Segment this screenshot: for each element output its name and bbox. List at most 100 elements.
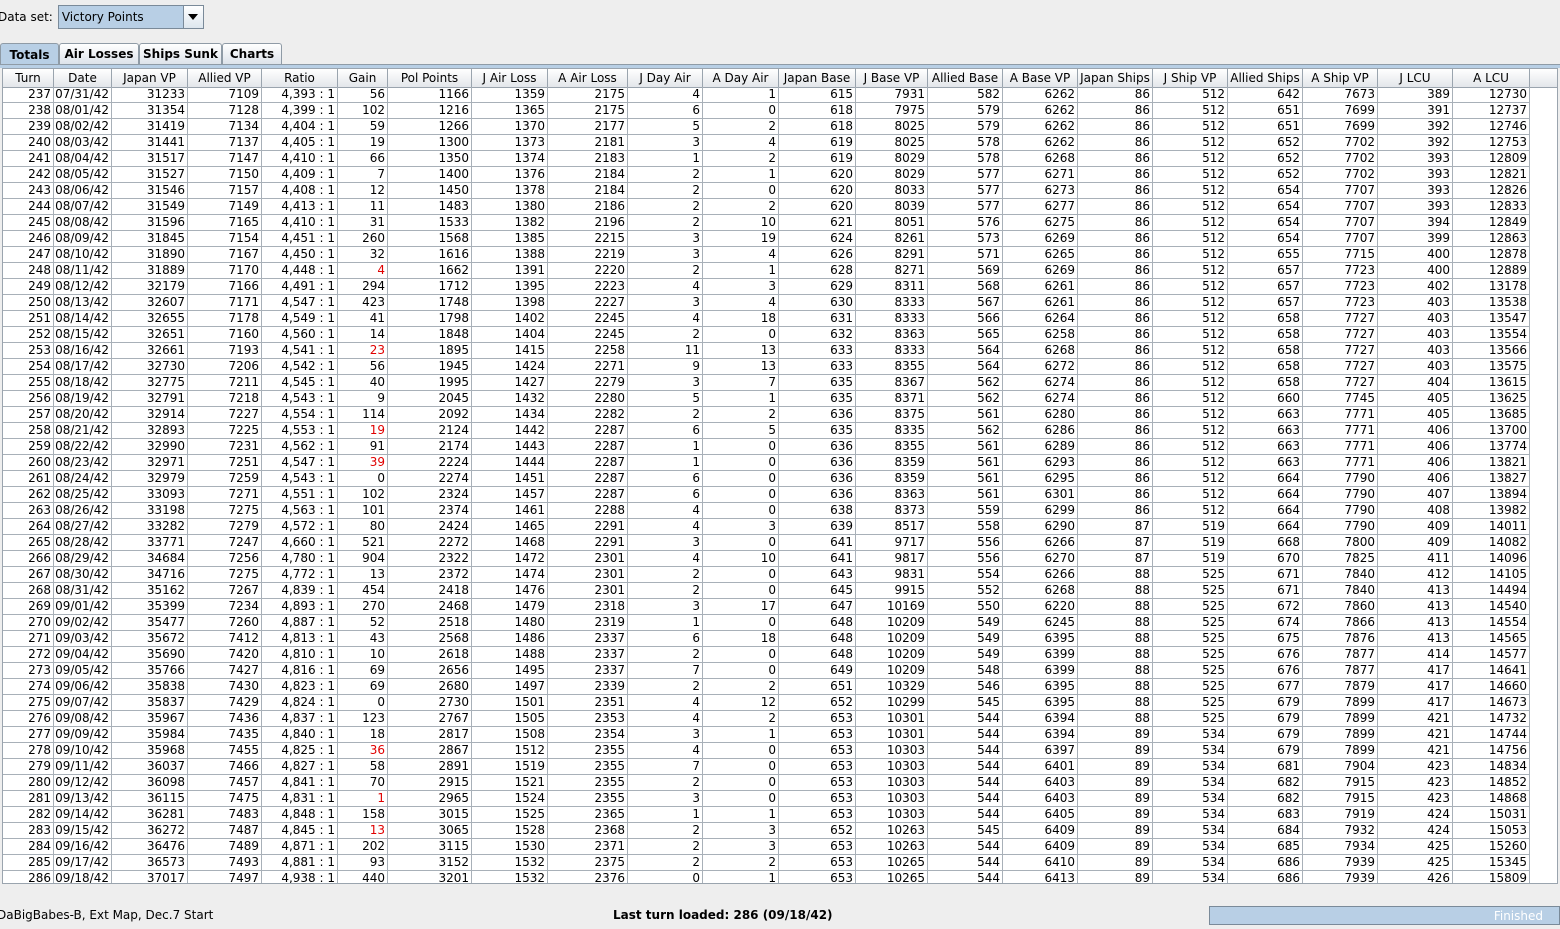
column-header-a-day-air[interactable]: A Day Air	[703, 69, 779, 87]
table-row[interactable]: 260 08/23/42 32971 7251 4,547 : 1 39 2224 1444 2…	[3, 455, 1533, 471]
column-header-j-lcu[interactable]: J LCU	[1378, 69, 1453, 87]
table-cell: 561	[928, 407, 1003, 423]
tab-ships-sunk[interactable]: Ships Sunk	[139, 43, 222, 64]
column-header-japan-vp[interactable]: Japan VP	[112, 69, 188, 87]
table-row[interactable]: 251 08/14/42 32655 7178 4,549 : 1 41 1798 1402 2…	[3, 311, 1533, 327]
column-header-japan-ships[interactable]: Japan Ships	[1078, 69, 1153, 87]
table-row[interactable]: 275 09/07/42 35837 7429 4,824 : 1 0 2730 1501 23…	[3, 695, 1533, 711]
table-cell: 4,547 : 1	[262, 455, 338, 471]
column-header-japan-base[interactable]: Japan Base	[779, 69, 856, 87]
table-cell: 2355	[548, 743, 628, 759]
table-cell: 558	[928, 519, 1003, 535]
table-row[interactable]: 281 09/13/42 36115 7475 4,831 : 1 1 2965 1524 23…	[3, 791, 1533, 807]
table-row[interactable]: 268 08/31/42 35162 7267 4,839 : 1 454 2418 1476…	[3, 583, 1533, 599]
column-header-turn[interactable]: Turn	[3, 69, 54, 87]
chevron-down-icon[interactable]	[182, 6, 203, 28]
table-row[interactable]: 252 08/15/42 32651 7160 4,560 : 1 14 1848 1404 2…	[3, 327, 1533, 343]
table-row[interactable]: 259 08/22/42 32990 7231 4,562 : 1 91 2174 1443 2…	[3, 439, 1533, 455]
table-cell: 8029	[856, 151, 928, 167]
table-row[interactable]: 261 08/24/42 32979 7259 4,543 : 1 0 2274 1451 22…	[3, 471, 1533, 487]
column-header-gain[interactable]: Gain	[338, 69, 388, 87]
column-header-allied-base[interactable]: Allied Base	[928, 69, 1003, 87]
table-cell: 4	[628, 311, 703, 327]
column-header-j-base-vp[interactable]: J Base VP	[856, 69, 928, 87]
table-row[interactable]: 253 08/16/42 32661 7193 4,541 : 1 23 1895 1415 2…	[3, 343, 1533, 359]
column-header-a-base-vp[interactable]: A Base VP	[1003, 69, 1078, 87]
table-cell: 2817	[388, 727, 472, 743]
table-row[interactable]: 282 09/14/42 36281 7483 4,848 : 1 158 3015 1525…	[3, 807, 1533, 823]
table-row[interactable]: 249 08/12/42 32179 7166 4,491 : 1 294 1712 1395…	[3, 279, 1533, 295]
table-row[interactable]: 248 08/11/42 31889 7170 4,448 : 1 4 1662 1391 22…	[3, 263, 1533, 279]
table-row[interactable]: 274 09/06/42 35838 7430 4,823 : 1 69 2680 1497 2…	[3, 679, 1533, 695]
dataset-combobox[interactable]: Victory Points	[57, 5, 204, 29]
column-header-a-air-loss[interactable]: A Air Loss	[548, 69, 628, 87]
table-cell: 544	[928, 759, 1003, 775]
table-row[interactable]: 262 08/25/42 33093 7271 4,551 : 1 102 2324 1457…	[3, 487, 1533, 503]
table-row[interactable]: 254 08/17/42 32730 7206 4,542 : 1 56 1945 1424 2…	[3, 359, 1533, 375]
column-header-a-lcu[interactable]: A LCU	[1453, 69, 1530, 87]
table-cell: 33093	[112, 487, 188, 503]
table-row[interactable]: 257 08/20/42 32914 7227 4,554 : 1 114 2092 1434…	[3, 407, 1533, 423]
column-header-allied-ships[interactable]: Allied Ships	[1228, 69, 1303, 87]
table-cell: 13	[338, 823, 388, 839]
tab-totals[interactable]: Totals	[0, 43, 59, 65]
table-row[interactable]: 255 08/18/42 32775 7211 4,545 : 1 40 1995 1427 2…	[3, 375, 1533, 391]
table-row[interactable]: 243 08/06/42 31546 7157 4,408 : 1 12 1450 1378 2…	[3, 183, 1533, 199]
table-row[interactable]: 273 09/05/42 35766 7427 4,816 : 1 69 2656 1495 2…	[3, 663, 1533, 679]
table-row[interactable]: 247 08/10/42 31890 7167 4,450 : 1 32 1616 1388 2…	[3, 247, 1533, 263]
totals-table[interactable]: Turn Date Japan VP Allied VP Ratio Gain Pol Po…	[2, 68, 1558, 884]
table-row[interactable]: 265 08/28/42 33771 7247 4,660 : 1 521 2272 1468…	[3, 535, 1533, 551]
table-row[interactable]: 283 09/15/42 36272 7487 4,845 : 1 13 3065 1528 2…	[3, 823, 1533, 839]
column-header-j-day-air[interactable]: J Day Air	[628, 69, 703, 87]
table-row[interactable]: 269 09/01/42 35399 7234 4,893 : 1 270 2468 1479…	[3, 599, 1533, 615]
table-row[interactable]: 277 09/09/42 35984 7435 4,840 : 1 18 2817 1508 2…	[3, 727, 1533, 743]
table-row[interactable]: 267 08/30/42 34716 7275 4,772 : 1 13 2372 1474 2…	[3, 567, 1533, 583]
table-row[interactable]: 264 08/27/42 33282 7279 4,572 : 1 80 2424 1465 2…	[3, 519, 1533, 535]
column-header-j-air-loss[interactable]: J Air Loss	[472, 69, 548, 87]
table-cell: 2468	[388, 599, 472, 615]
tab-air-losses[interactable]: Air Losses	[59, 43, 139, 64]
table-row[interactable]: 237 07/31/42 31233 7109 4,393 : 1 56 1166 1359 2…	[3, 87, 1533, 103]
table-row[interactable]: 263 08/26/42 33198 7275 4,563 : 1 101 2374 1461…	[3, 503, 1533, 519]
tab-charts[interactable]: Charts	[222, 43, 282, 64]
table-cell: 635	[779, 375, 856, 391]
column-header-j-ship-vp[interactable]: J Ship VP	[1153, 69, 1228, 87]
table-cell: 1	[703, 871, 779, 883]
table-row[interactable]: 239 08/02/42 31419 7134 4,404 : 1 59 1266 1370 2…	[3, 119, 1533, 135]
table-row[interactable]: 241 08/04/42 31517 7147 4,410 : 1 66 1350 1374 2…	[3, 151, 1533, 167]
table-row[interactable]: 279 09/11/42 36037 7466 4,827 : 1 58 2891 1519 2…	[3, 759, 1533, 775]
table-row[interactable]: 258 08/21/42 32893 7225 4,553 : 1 19 2124 1442 2…	[3, 423, 1533, 439]
table-row[interactable]: 240 08/03/42 31441 7137 4,405 : 1 19 1300 1373 2…	[3, 135, 1533, 151]
table-row[interactable]: 286 09/18/42 37017 7497 4,938 : 1 440 3201 1532…	[3, 871, 1533, 883]
table-cell: 35838	[112, 679, 188, 695]
table-cell: 7932	[1303, 823, 1378, 839]
table-row[interactable]: 242 08/05/42 31527 7150 4,409 : 1 7 1400 1376 21…	[3, 167, 1533, 183]
table-row[interactable]: 246 08/09/42 31845 7154 4,451 : 1 260 1568 1385…	[3, 231, 1533, 247]
table-row[interactable]: 238 08/01/42 31354 7128 4,399 : 1 102 1216 1365…	[3, 103, 1533, 119]
table-row[interactable]: 278 09/10/42 35968 7455 4,825 : 1 36 2867 1512 2…	[3, 743, 1533, 759]
table-row[interactable]: 272 09/04/42 35690 7420 4,810 : 1 10 2618 1488 2…	[3, 647, 1533, 663]
table-row[interactable]: 284 09/16/42 36476 7489 4,871 : 1 202 3115 1530…	[3, 839, 1533, 855]
table-cell: 10265	[856, 871, 928, 883]
table-row[interactable]: 256 08/19/42 32791 7218 4,543 : 1 9 2045 1432 22…	[3, 391, 1533, 407]
column-header-ratio[interactable]: Ratio	[262, 69, 338, 87]
table-cell: 676	[1228, 663, 1303, 679]
table-row[interactable]: 276 09/08/42 35967 7436 4,837 : 1 123 2767 1505…	[3, 711, 1533, 727]
table-row[interactable]: 280 09/12/42 36098 7457 4,841 : 1 70 2915 1521 2…	[3, 775, 1533, 791]
table-row[interactable]: 266 08/29/42 34684 7256 4,780 : 1 904 2322 1472…	[3, 551, 1533, 567]
table-cell: 31527	[112, 167, 188, 183]
column-header-date[interactable]: Date	[54, 69, 112, 87]
table-cell: 08/26/42	[54, 503, 112, 519]
table-row[interactable]: 270 09/02/42 35477 7260 4,887 : 1 52 2518 1480 2…	[3, 615, 1533, 631]
table-row[interactable]: 245 08/08/42 31596 7165 4,410 : 1 31 1533 1382 2…	[3, 215, 1533, 231]
table-cell: 4,772 : 1	[262, 567, 338, 583]
column-header-a-ship-vp[interactable]: A Ship VP	[1303, 69, 1378, 87]
table-row[interactable]: 244 08/07/42 31549 7149 4,413 : 1 11 1483 1380 2…	[3, 199, 1533, 215]
column-header-pol-points[interactable]: Pol Points	[388, 69, 472, 87]
column-header-allied-vp[interactable]: Allied VP	[188, 69, 262, 87]
table-cell: 15053	[1453, 823, 1530, 839]
table-cell: 671	[1228, 567, 1303, 583]
table-row[interactable]: 271 09/03/42 35672 7412 4,813 : 1 43 2568 1486 2…	[3, 631, 1533, 647]
table-row[interactable]: 250 08/13/42 32607 7171 4,547 : 1 423 1748 1398…	[3, 295, 1533, 311]
table-row[interactable]: 285 09/17/42 36573 7493 4,881 : 1 93 3152 1532 2…	[3, 855, 1533, 871]
